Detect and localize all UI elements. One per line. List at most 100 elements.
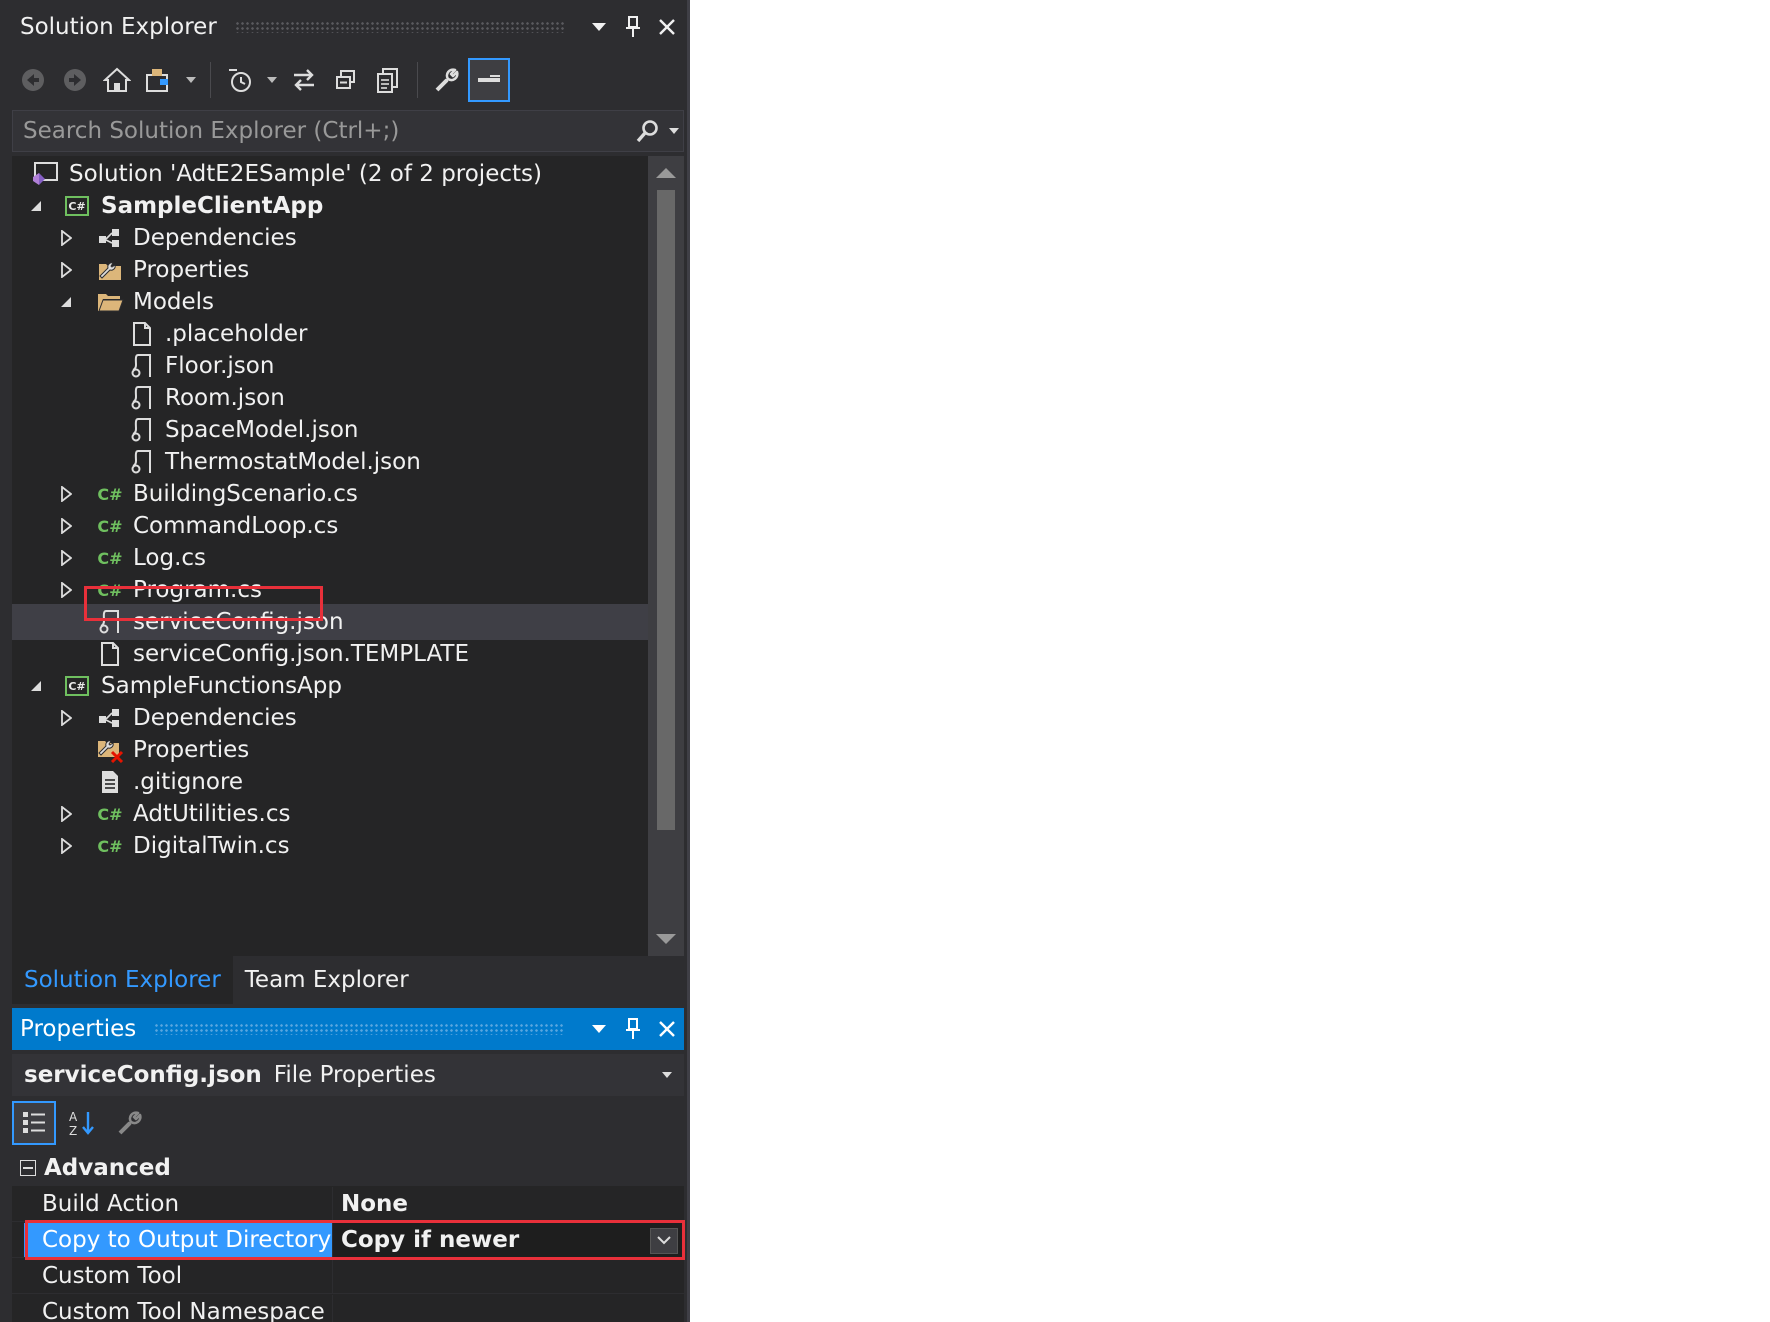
- tree-item-dependencies[interactable]: Dependencies: [12, 220, 648, 256]
- collapse-category-icon[interactable]: [20, 1160, 36, 1176]
- chevron-down-icon[interactable]: [650, 1227, 678, 1254]
- expanded-arrow-icon[interactable]: [26, 188, 46, 224]
- tab-solution-explorer[interactable]: Solution Explorer: [12, 956, 233, 1004]
- collapsed-arrow-icon[interactable]: [56, 796, 76, 832]
- csharp-project-icon: C#: [62, 668, 92, 704]
- categorized-icon[interactable]: [12, 1101, 56, 1145]
- wrench-properties-icon[interactable]: [426, 58, 468, 102]
- tree-item-dependencies[interactable]: Dependencies: [12, 700, 648, 736]
- tree-item-label: SpaceModel.json: [165, 417, 359, 443]
- property-row-custom-tool[interactable]: Custom Tool: [12, 1258, 684, 1294]
- solution-tree: Solution 'AdtE2ESample' (2 of 2 projects…: [12, 156, 648, 956]
- expanded-arrow-icon[interactable]: [56, 284, 76, 320]
- json-file-icon: [95, 604, 125, 640]
- collapsed-arrow-icon[interactable]: [56, 828, 76, 864]
- scroll-up-icon[interactable]: [656, 168, 676, 178]
- titlebar-grip[interactable]: [154, 1023, 564, 1035]
- search-input[interactable]: [13, 117, 631, 145]
- expanded-arrow-icon[interactable]: [26, 668, 46, 704]
- tree-item-label: AdtUtilities.cs: [133, 801, 291, 827]
- pin-icon[interactable]: [616, 1012, 650, 1046]
- window-position-dropdown-icon[interactable]: [582, 1012, 616, 1046]
- scrollbar-thumb[interactable]: [657, 190, 675, 830]
- property-value-dropdown[interactable]: Copy if newer: [332, 1222, 684, 1257]
- alphabetical-sort-icon[interactable]: AZ: [60, 1101, 104, 1145]
- property-value[interactable]: None: [332, 1186, 684, 1221]
- collapsed-arrow-icon[interactable]: [56, 540, 76, 576]
- csharp-file-icon: C#: [97, 804, 123, 824]
- tree-item-label: Log.cs: [133, 545, 207, 571]
- tree-item-properties[interactable]: Properties: [12, 732, 648, 768]
- tree-item-file-log-cs[interactable]: C# Log.cs: [12, 540, 648, 576]
- pin-icon[interactable]: [616, 10, 650, 44]
- preview-selected-items-icon[interactable]: [468, 58, 510, 102]
- window-position-dropdown-icon[interactable]: [582, 10, 616, 44]
- home-icon[interactable]: [96, 58, 138, 102]
- tree-item-label: Floor.json: [165, 353, 275, 379]
- scroll-down-icon[interactable]: [656, 934, 676, 944]
- show-all-files-icon[interactable]: [367, 58, 409, 102]
- tree-item-file-adtutilities-cs[interactable]: C# AdtUtilities.cs: [12, 796, 648, 832]
- properties-error-icon: [95, 732, 125, 768]
- property-value[interactable]: [332, 1258, 684, 1293]
- property-row-copy-to-output-directory[interactable]: Copy to Output Directory Copy if newer: [12, 1222, 684, 1258]
- collapse-all-icon[interactable]: [325, 58, 367, 102]
- close-icon[interactable]: [650, 10, 684, 44]
- properties-folder-icon: [95, 252, 125, 288]
- titlebar-grip[interactable]: [234, 21, 564, 33]
- tree-item-file-spacemodel-json[interactable]: SpaceModel.json: [12, 412, 648, 448]
- toolbar-separator: [210, 62, 211, 98]
- collapsed-arrow-icon[interactable]: [56, 508, 76, 544]
- tab-team-explorer[interactable]: Team Explorer: [233, 956, 421, 1004]
- tree-item-file-commandloop-cs[interactable]: C# CommandLoop.cs: [12, 508, 648, 544]
- visual-studio-panels: Solution Explorer Search Solution Explor…: [0, 0, 690, 1322]
- property-row-custom-tool-namespace[interactable]: Custom Tool Namespace: [12, 1294, 684, 1322]
- collapsed-arrow-icon[interactable]: [56, 252, 76, 288]
- tree-item-solution[interactable]: Solution 'AdtE2ESample' (2 of 2 projects…: [12, 156, 648, 192]
- collapsed-arrow-icon[interactable]: [56, 220, 76, 256]
- tree-item-properties[interactable]: Properties: [12, 252, 648, 288]
- tree-item-project-samplefunctionsapp[interactable]: C# SampleFunctionsApp: [12, 668, 648, 704]
- tree-item-file-buildingscenario-cs[interactable]: C# BuildingScenario.cs: [12, 476, 648, 512]
- tree-item-file-serviceconfig-json[interactable]: serviceConfig.json: [12, 604, 648, 640]
- switch-views-icon[interactable]: [138, 58, 180, 102]
- csharp-file-icon: C#: [97, 836, 123, 856]
- switch-views-dropdown-icon[interactable]: [180, 58, 202, 102]
- tree-item-folder-models[interactable]: Models: [12, 284, 648, 320]
- tree-item-project-sampleclientapp[interactable]: C# SampleClientApp: [12, 188, 648, 224]
- tree-item-label: CommandLoop.cs: [133, 513, 339, 539]
- tree-item-label: Models: [133, 289, 215, 315]
- category-advanced[interactable]: Advanced: [12, 1150, 684, 1186]
- object-selector[interactable]: serviceConfig.json File Properties: [12, 1054, 684, 1096]
- search-box: [12, 110, 684, 152]
- tree-item-file-room-json[interactable]: Room.json: [12, 380, 648, 416]
- property-pages-wrench-icon[interactable]: [108, 1101, 152, 1145]
- back-icon[interactable]: [12, 58, 54, 102]
- pending-changes-filter-icon[interactable]: [219, 58, 261, 102]
- search-icon[interactable]: [631, 114, 665, 148]
- forward-icon[interactable]: [54, 58, 96, 102]
- category-label: Advanced: [44, 1155, 171, 1181]
- property-row-build-action[interactable]: Build Action None: [12, 1186, 684, 1222]
- collapsed-arrow-icon[interactable]: [56, 572, 76, 608]
- properties-title: Properties: [20, 1016, 137, 1042]
- property-value[interactable]: [332, 1294, 684, 1322]
- object-dropdown-icon[interactable]: [650, 1058, 684, 1092]
- tree-item-file-thermostatmodel-json[interactable]: ThermostatModel.json: [12, 444, 648, 480]
- tree-item-file-program-cs[interactable]: C# Program.cs: [12, 572, 648, 608]
- sync-with-active-document-icon[interactable]: [283, 58, 325, 102]
- tree-scrollbar[interactable]: [648, 156, 684, 956]
- close-icon[interactable]: [650, 1012, 684, 1046]
- collapsed-arrow-icon[interactable]: [56, 476, 76, 512]
- tree-item-file-serviceconfig-template[interactable]: serviceConfig.json.TEMPLATE: [12, 636, 648, 672]
- tree-item-file-floor-json[interactable]: Floor.json: [12, 348, 648, 384]
- tree-item-file-digitaltwin-cs[interactable]: C# DigitalTwin.cs: [12, 828, 648, 864]
- property-name: Copy to Output Directory: [24, 1222, 332, 1257]
- tree-item-file-placeholder[interactable]: .placeholder: [12, 316, 648, 352]
- search-options-dropdown-icon[interactable]: [665, 114, 683, 148]
- csharp-file-icon: C#: [97, 548, 123, 568]
- tree-item-file-gitignore[interactable]: .gitignore: [12, 764, 648, 800]
- filter-dropdown-icon[interactable]: [261, 58, 283, 102]
- collapsed-arrow-icon[interactable]: [56, 700, 76, 736]
- csharp-file-icon: C#: [97, 484, 123, 504]
